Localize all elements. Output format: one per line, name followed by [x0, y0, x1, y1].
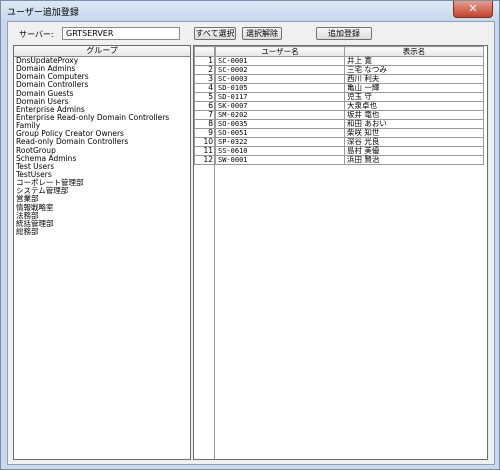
user-row[interactable]: 7 SM-0202 坂井 竜也: [194, 110, 484, 120]
client-area: サーバー: GRTSERVER すべて選択 選択解除 追加登録 グループ Dns…: [7, 21, 495, 465]
group-items: DnsUpdateProxy Domain Admins Domain Comput…: [14, 56, 190, 236]
user-row[interactable]: 9 SO-0051 柴咲 知世: [194, 128, 484, 138]
user-row[interactable]: 1 SC-0001 井上 寛: [194, 56, 484, 66]
column-header-displayname[interactable]: 表示名: [344, 46, 484, 57]
display-name-cell: 浜田 賢治: [344, 155, 484, 165]
user-row[interactable]: 12 SW-0001 浜田 賢治: [194, 155, 484, 165]
server-label: サーバー:: [19, 30, 54, 39]
user-row[interactable]: 5 SD-0117 児玉 守: [194, 92, 484, 102]
user-row[interactable]: 2 SC-0002 三宅 なつみ: [194, 65, 484, 75]
window-title: ユーザー追加登録: [7, 8, 79, 18]
app-window: ユーザー追加登録 ✕ サーバー: GRTSERVER すべて選択 選択解除 追加…: [0, 0, 500, 470]
user-row[interactable]: 8 SO-0035 和田 あおい: [194, 119, 484, 129]
user-table-header-row: ユーザー名 表示名: [194, 46, 484, 57]
username-cell: SK-0007: [215, 101, 345, 111]
user-row[interactable]: 4 SD-0105 亀山 一輝: [194, 83, 484, 93]
close-button[interactable]: ✕: [453, 1, 493, 18]
user-row[interactable]: 10 SP-0322 深谷 光良: [194, 137, 484, 147]
add-register-button[interactable]: 追加登録: [316, 27, 372, 40]
username-cell: SM-0202: [215, 110, 345, 120]
grid-rownum-divider: [214, 46, 215, 459]
row-number-cell: 12: [194, 155, 216, 165]
username-cell: SO-0051: [215, 128, 345, 138]
username-cell: SS-0610: [215, 146, 345, 156]
user-grid[interactable]: ユーザー名 表示名 1 SC-0001 井上 寛 2 SC-0002 三宅 なつみ 3 SC-…: [193, 45, 488, 460]
group-list-item[interactable]: 統括管理部: [16, 219, 190, 228]
user-row[interactable]: 11 SS-0610 島村 美優: [194, 146, 484, 156]
username-cell: SC-0002: [215, 65, 345, 75]
group-list-item[interactable]: 総務部: [16, 227, 190, 236]
username-cell: SC-0001: [215, 56, 345, 66]
username-cell: SC-0003: [215, 74, 345, 84]
user-row[interactable]: 3 SC-0003 西川 利夫: [194, 74, 484, 84]
username-cell: SD-0105: [215, 83, 345, 93]
select-all-button[interactable]: すべて選択: [194, 27, 236, 40]
user-table: ユーザー名 表示名 1 SC-0001 井上 寛 2 SC-0002 三宅 なつみ 3 SC-…: [194, 46, 484, 165]
username-cell: SP-0322: [215, 137, 345, 147]
group-list-item[interactable]: システム管理部: [16, 187, 190, 195]
group-list-item[interactable]: 情報戦略室: [16, 203, 190, 212]
deselect-button[interactable]: 選択解除: [242, 27, 282, 40]
server-field[interactable]: GRTSERVER: [62, 27, 180, 40]
username-cell: SD-0117: [215, 92, 345, 102]
group-list-item[interactable]: Enterprise Read-only Domain Controllers: [16, 113, 190, 122]
username-cell: SW-0001: [215, 155, 345, 165]
group-list[interactable]: グループ DnsUpdateProxy Domain Admins Domain C…: [13, 45, 191, 460]
column-header-rownum: [194, 46, 216, 57]
column-header-username[interactable]: ユーザー名: [215, 46, 345, 57]
title-bar: ユーザー追加登録 ✕: [1, 1, 499, 21]
username-cell: SO-0035: [215, 119, 345, 129]
user-row[interactable]: 6 SK-0007 大泉卓也: [194, 101, 484, 111]
